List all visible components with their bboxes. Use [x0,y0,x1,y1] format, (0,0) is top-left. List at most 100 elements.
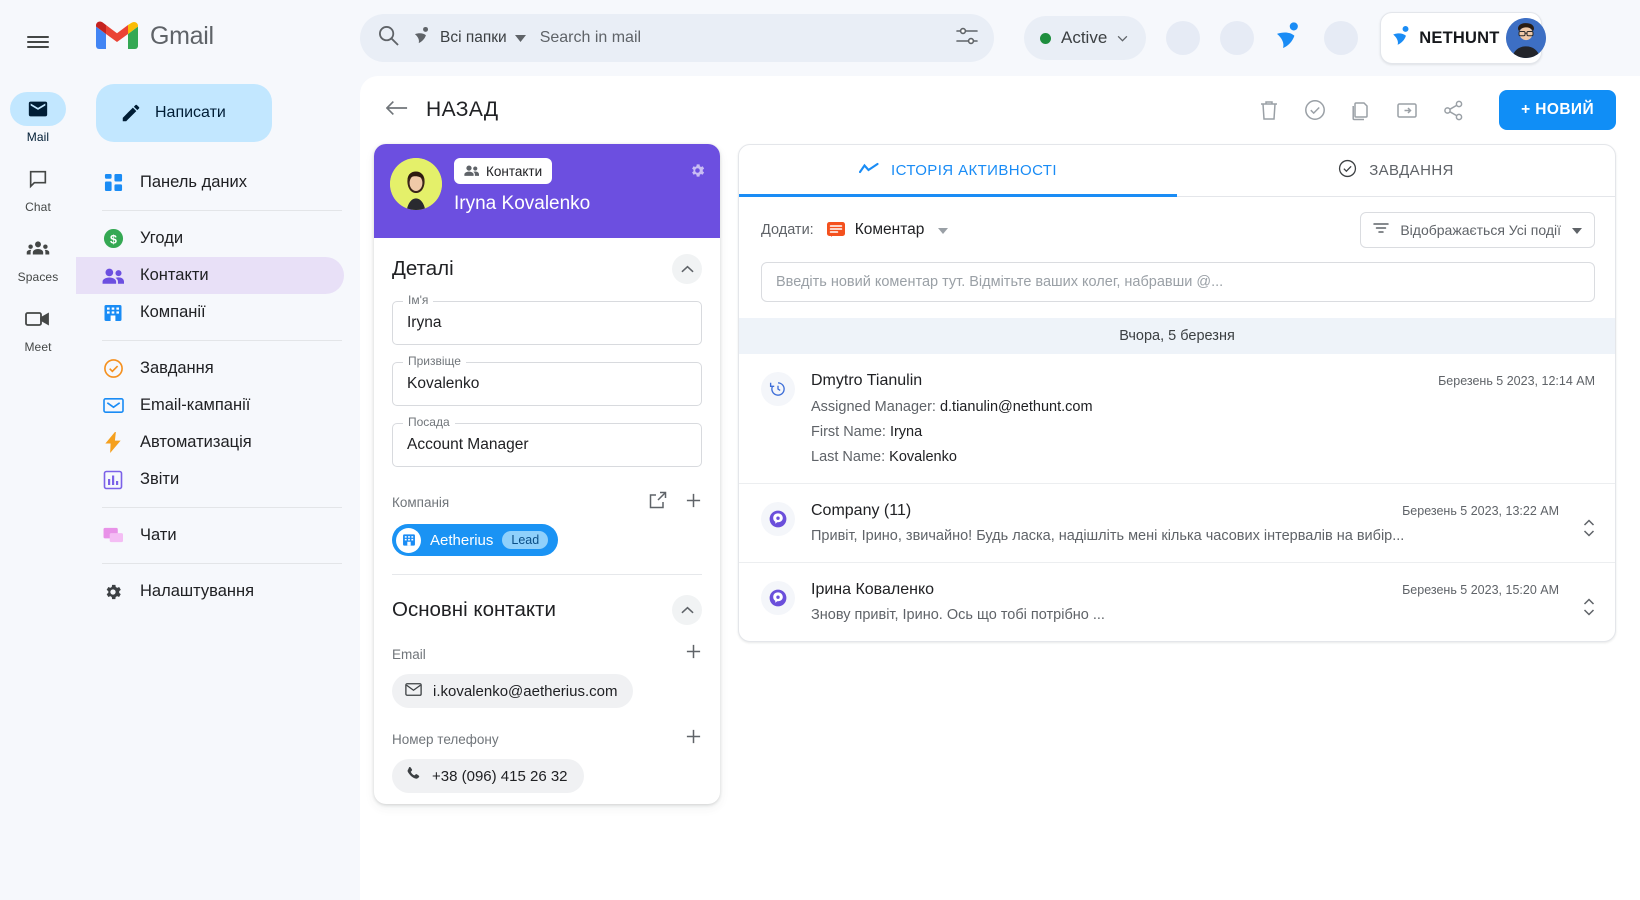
add-entry-row: Додати: Коментар Відображається Усі поді… [739,197,1615,248]
sidebar-item-reports[interactable]: Звіти [76,461,344,498]
chevron-up-icon[interactable] [672,595,702,625]
sidebar-item-deals[interactable]: $ Угоди [76,220,344,257]
chevron-down-icon [938,221,949,239]
move-folder-icon[interactable] [1395,98,1419,122]
plus-icon[interactable] [685,643,702,665]
delete-icon[interactable] [1257,98,1281,122]
company-chip-tag: Lead [502,531,549,549]
event-detail-value: d.tianulin@nethunt.com [939,399,1093,415]
gear-icon[interactable] [689,162,706,184]
chevron-up-icon[interactable] [672,254,702,284]
plus-icon[interactable] [685,492,702,514]
rail-item-chat[interactable]: Chat [0,162,76,214]
search-icon[interactable] [378,25,399,51]
sidebar-item-label: Угоди [140,229,184,247]
tune-sliders-icon[interactable] [956,26,978,51]
copy-icon[interactable] [1349,98,1373,122]
tab-tasks[interactable]: ЗАВДАННЯ [1177,145,1615,196]
gmail-brand[interactable]: Gmail [76,14,360,58]
folder-chip[interactable]: Контакти [454,158,553,184]
tab-activity-history[interactable]: ІСТОРІЯ АКТИВНОСТІ [739,145,1177,197]
crm-nav: Панель даних $ Угоди Контакти Компанії З… [76,164,360,610]
sidebar-item-companies[interactable]: Компанії [76,294,344,331]
mail-icon [10,92,66,126]
event-author: Dmytro Tianulin [811,372,923,389]
activity-tabs: ІСТОРІЯ АКТИВНОСТІ ЗАВДАННЯ [739,145,1615,197]
sidebar-item-label: Завдання [140,359,214,377]
sidebar-item-contacts[interactable]: Контакти [76,257,344,294]
field-value[interactable]: Kovalenko [392,362,702,406]
rail-item-meet[interactable]: Meet [0,302,76,354]
sidebar-item-automation[interactable]: Автоматизація [76,424,344,461]
activity-event-body: Dmytro Tianulin Березень 5 2023, 12:14 A… [811,372,1595,465]
activity-event-body: Company (11) Березень 5 2023, 13:22 AM П… [811,502,1559,544]
sidebar-item-email-campaigns[interactable]: Email-кампанії [76,387,344,424]
app-root: Mail Chat Spaces Meet Gmail Написати Пан… [0,0,1640,900]
field-value[interactable]: Account Manager [392,423,702,467]
email-value: i.kovalenko@aetherius.com [433,682,618,700]
field-value[interactable]: Iryna [392,301,702,345]
rail-item-label: Mail [26,130,50,144]
status-selector[interactable]: Active [1024,16,1147,60]
field-last-name: Призвіще Kovalenko [392,354,702,406]
details-title: Деталі [392,257,454,280]
folder-selector[interactable]: Всі папки [413,26,526,50]
expand-vertical-icon[interactable] [1575,596,1595,623]
building-icon [396,527,421,553]
hamburger-icon[interactable] [14,18,62,66]
event-text: Знову привіт, Ірино. Ось що тобі потрібн… [811,607,1105,623]
avatar [390,158,442,210]
search-bar[interactable]: Всі папки Search in mail [360,14,994,62]
sidebar-item-label: Панель даних [140,173,247,191]
nav-divider [102,563,342,564]
details-title-row: Деталі [392,254,702,284]
rail-item-spaces[interactable]: Spaces [0,232,76,284]
add-type-select[interactable]: Коментар [855,221,949,239]
event-detail-value: Iryna [889,424,923,440]
status-label: Active [1061,28,1108,47]
nethunt-mark-icon[interactable] [1274,21,1304,56]
rail-item-label: Chat [25,200,51,214]
avatar[interactable] [1505,18,1546,58]
sidebar-item-chats[interactable]: Чати [76,517,344,554]
expand-vertical-icon[interactable] [1575,517,1595,544]
nav-divider [102,340,342,341]
email-pill[interactable]: i.kovalenko@aetherius.com [392,674,634,708]
filter-label: Відображається Усі події [1400,222,1561,238]
rail-item-mail[interactable]: Mail [0,92,76,144]
chevron-down-icon [1572,221,1582,239]
sidebar-item-label: Email-кампанії [140,396,251,414]
sidebar-item-settings[interactable]: Налаштування [76,573,344,610]
company-chip[interactable]: Aetherius Lead [392,524,559,556]
plus-icon[interactable] [685,728,702,750]
search-input[interactable]: Search in mail [540,29,942,47]
share-icon[interactable] [1441,98,1465,122]
event-detail-value: Kovalenko [889,449,957,465]
svg-text:$: $ [110,232,117,246]
phone-value: +38 (096) 415 26 32 [432,767,568,785]
task-check-icon[interactable] [1303,98,1327,122]
placeholder-circle [1220,21,1255,55]
sidebar-item-dashboard[interactable]: Панель даних [76,164,344,201]
field-label: Призвіще [403,354,466,368]
company-row: Компанія [392,491,702,514]
phone-pill[interactable]: +38 (096) 415 26 32 [392,759,584,793]
contact-card-header: Контакти Iryna Kovalenko [374,144,720,238]
comment-input[interactable]: Введіть новий коментар тут. Відмітьте ва… [761,262,1595,302]
add-label: Додати: [761,222,814,238]
new-record-button[interactable]: + НОВИЙ [1499,90,1616,130]
viber-icon [761,502,795,536]
back-button[interactable]: НАЗАД [385,98,499,122]
nethunt-account-badge[interactable]: NETHUNT [1380,12,1546,64]
status-dot-icon [1040,32,1051,44]
record-header: НАЗАД + НОВИЙ [360,76,1640,144]
google-app-rail: Mail Chat Spaces Meet [0,0,76,900]
details-section: Деталі Ім'я Iryna Призвіще Kovalenko Пос… [374,238,720,581]
event-author: Ірина Коваленко [811,581,935,598]
event-filter-dropdown[interactable]: Відображається Усі події [1360,212,1595,248]
top-bar: Всі папки Search in mail Active NETHUNT [360,0,1640,76]
sidebar-item-label: Чати [140,526,177,544]
sidebar-item-tasks[interactable]: Завдання [76,350,344,387]
compose-button[interactable]: Написати [96,84,272,142]
open-in-new-icon[interactable] [649,491,667,514]
